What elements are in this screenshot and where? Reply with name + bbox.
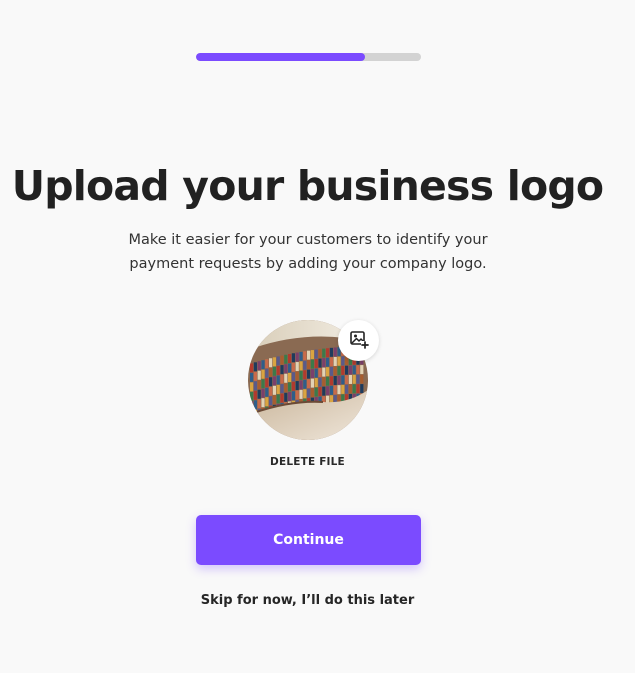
progress-bar-fill [196,53,365,61]
page-title: Upload your business logo [11,162,604,210]
continue-button[interactable]: Continue [196,515,421,565]
page-subtitle: Make it easier for your customers to ide… [128,232,488,272]
delete-file-link[interactable]: DELETE FILE [0,456,615,468]
onboarding-page: Upload your business logo Make it easier… [0,0,635,673]
progress-bar [196,53,421,61]
upload-image-button[interactable] [338,320,379,361]
image-plus-icon [349,329,369,353]
skip-link[interactable]: Skip for now, I’ll do this later [0,593,615,608]
logo-upload-area [248,320,379,440]
